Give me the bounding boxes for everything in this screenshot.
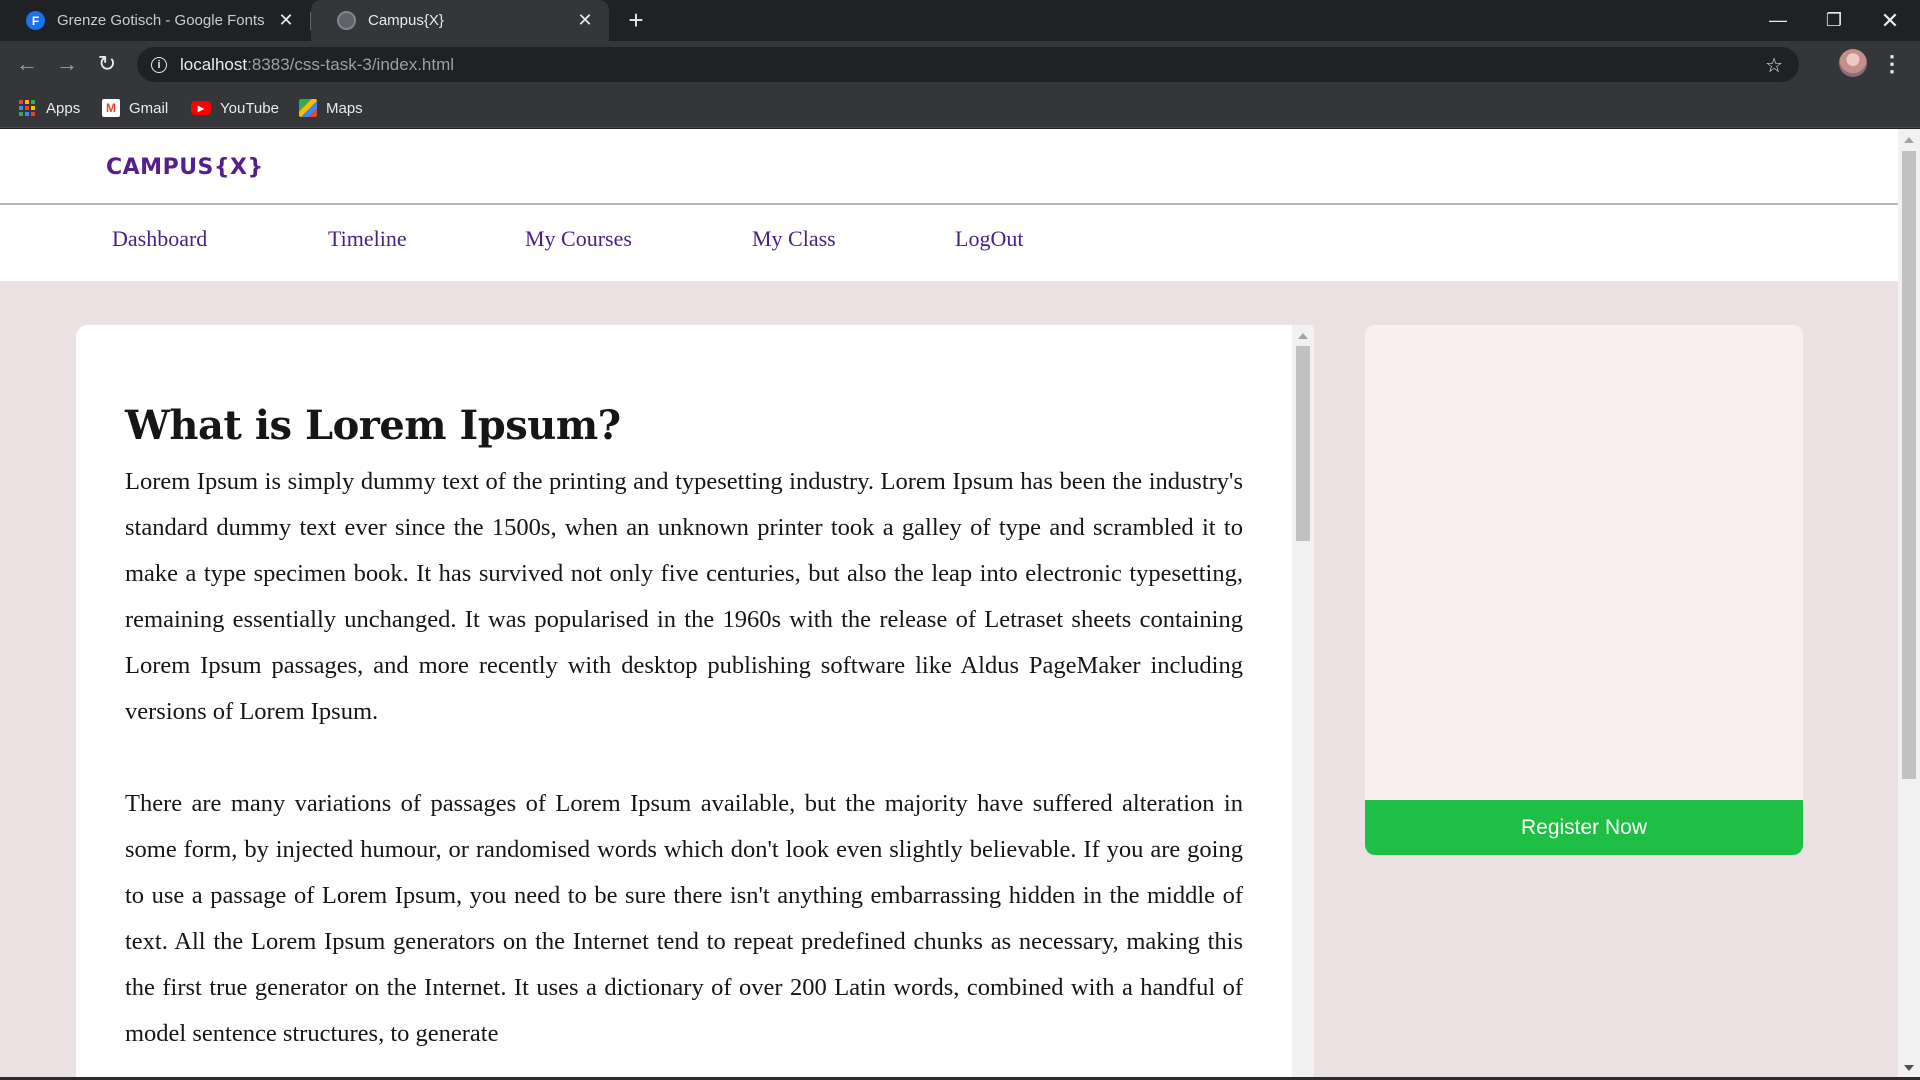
page-scrollbar[interactable] bbox=[1898, 129, 1920, 1080]
article-scrollbar[interactable] bbox=[1292, 325, 1314, 1080]
article-paragraph: Lorem Ipsum is simply dummy text of the … bbox=[125, 468, 1243, 725]
bookmark-gmail[interactable]: M Gmail bbox=[102, 97, 168, 119]
globe-icon bbox=[337, 11, 356, 30]
bookmark-label: Gmail bbox=[129, 99, 169, 117]
profile-avatar[interactable] bbox=[1839, 49, 1867, 77]
tab-title: Campus{X} bbox=[368, 12, 444, 29]
article-body: What is Lorem Ipsum? Lorem Ipsum is simp… bbox=[125, 401, 1243, 1080]
google-fonts-icon: F bbox=[26, 11, 45, 30]
minimize-button[interactable]: — bbox=[1750, 0, 1806, 41]
bookmark-label: Apps bbox=[46, 99, 81, 117]
window-close-button[interactable]: ✕ bbox=[1862, 0, 1918, 41]
scrollbar-thumb[interactable] bbox=[1902, 151, 1916, 779]
article-paragraph: There are many variations of passages of… bbox=[125, 790, 1243, 1047]
bookmarks-bar: Apps M Gmail ▶ YouTube Maps bbox=[0, 88, 1920, 128]
bookmark-label: YouTube bbox=[220, 99, 279, 117]
nav-link-dashboard[interactable]: Dashboard bbox=[112, 226, 207, 252]
article-title: What is Lorem Ipsum? bbox=[125, 402, 621, 449]
nav-link-logout[interactable]: LogOut bbox=[955, 226, 1023, 252]
tab-campusx[interactable]: Campus{X} ✕ bbox=[311, 0, 609, 41]
site-logo[interactable]: CAMPUS{X} bbox=[106, 155, 264, 180]
gmail-icon: M bbox=[102, 99, 120, 117]
close-icon[interactable]: ✕ bbox=[575, 10, 595, 31]
sidebar-card: Register Now bbox=[1365, 325, 1803, 855]
site-header: CAMPUS{X} bbox=[0, 129, 1898, 205]
url-host: localhost bbox=[180, 54, 248, 74]
tab-title: Grenze Gotisch - Google Fonts bbox=[57, 12, 265, 29]
scroll-up-arrow-icon[interactable] bbox=[1904, 137, 1914, 143]
scrollbar-thumb[interactable] bbox=[1296, 346, 1310, 541]
nav-link-timeline[interactable]: Timeline bbox=[328, 226, 407, 252]
restore-button[interactable]: ❐ bbox=[1806, 0, 1862, 41]
bookmark-star-icon[interactable]: ☆ bbox=[1765, 53, 1783, 78]
kebab-menu-icon[interactable]: ⋮ bbox=[1880, 50, 1904, 78]
article-card: What is Lorem Ipsum? Lorem Ipsum is simp… bbox=[76, 325, 1314, 1080]
info-icon[interactable]: i bbox=[151, 56, 167, 73]
close-icon[interactable]: ✕ bbox=[276, 10, 296, 31]
bookmark-label: Maps bbox=[326, 99, 363, 117]
scroll-up-arrow-icon[interactable] bbox=[1298, 333, 1308, 339]
youtube-icon: ▶ bbox=[191, 101, 211, 115]
new-tab-button[interactable]: + bbox=[622, 5, 650, 35]
bookmark-youtube[interactable]: ▶ YouTube bbox=[191, 97, 279, 119]
maps-icon bbox=[299, 99, 317, 117]
back-button[interactable]: ← bbox=[11, 48, 43, 80]
nav-link-my-class[interactable]: My Class bbox=[752, 226, 836, 252]
page-viewport: CAMPUS{X} Dashboard Timeline My Courses … bbox=[0, 129, 1920, 1080]
register-now-button[interactable]: Register Now bbox=[1365, 800, 1803, 855]
bookmark-apps[interactable]: Apps bbox=[19, 97, 80, 119]
address-bar[interactable]: i localhost:8383/css-task-3/index.html ☆ bbox=[137, 47, 1799, 82]
scroll-down-arrow-icon[interactable] bbox=[1904, 1065, 1914, 1071]
forward-button[interactable]: → bbox=[51, 48, 83, 80]
nav-link-my-courses[interactable]: My Courses bbox=[525, 226, 632, 252]
url-path: :8383/css-task-3/index.html bbox=[247, 54, 455, 74]
tab-google-fonts[interactable]: F Grenze Gotisch - Google Fonts ✕ bbox=[0, 0, 310, 41]
main-nav: Dashboard Timeline My Courses My Class L… bbox=[0, 205, 1898, 281]
tab-strip: F Grenze Gotisch - Google Fonts ✕ Campus… bbox=[0, 0, 1920, 41]
apps-grid-icon bbox=[19, 100, 35, 116]
reload-button[interactable]: ↻ bbox=[91, 48, 123, 80]
url-text: localhost:8383/css-task-3/index.html bbox=[180, 55, 454, 75]
browser-toolbar: ← → ↻ i localhost:8383/css-task-3/index.… bbox=[0, 41, 1920, 88]
bookmark-maps[interactable]: Maps bbox=[299, 97, 363, 119]
